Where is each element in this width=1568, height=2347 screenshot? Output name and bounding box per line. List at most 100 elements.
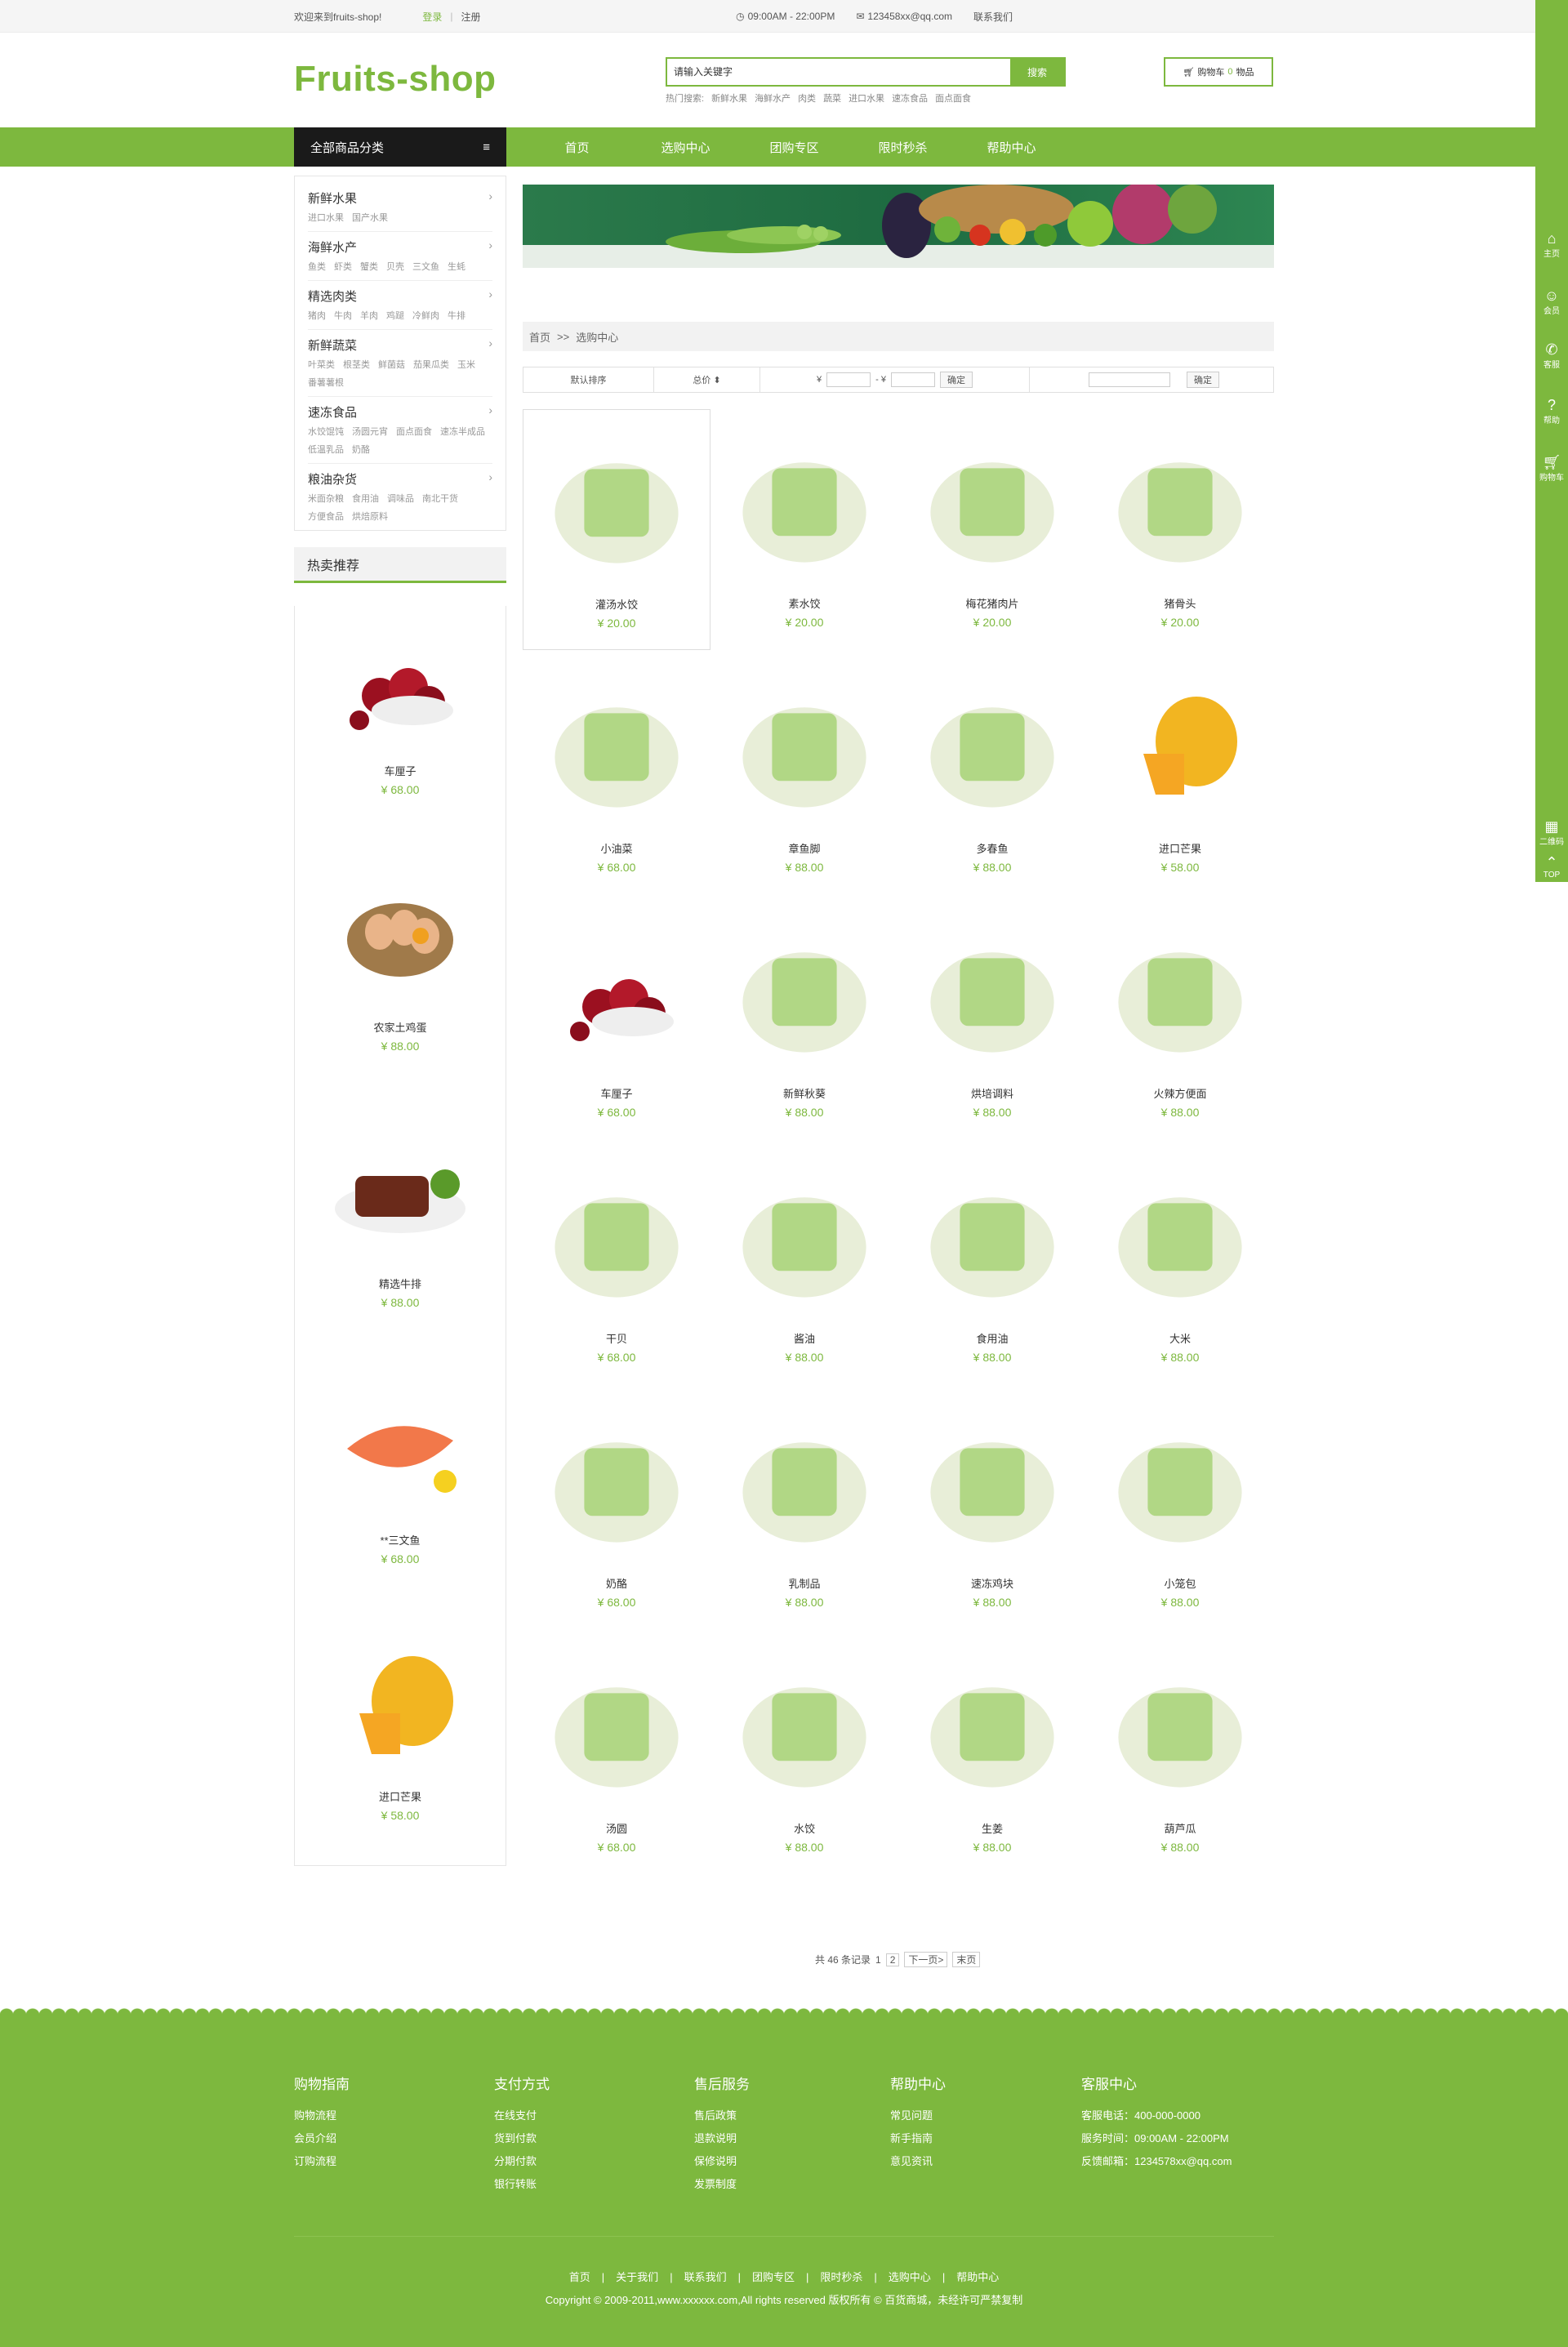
footer-nav-link[interactable]: 联系我们 (684, 2271, 727, 2283)
footer-link[interactable]: 会员介绍 (294, 2127, 350, 2150)
product-image-link[interactable] (1107, 1162, 1254, 1309)
dock-item-chat[interactable]: ✆ 客服 (1535, 341, 1568, 370)
product-image-link[interactable] (731, 1162, 878, 1309)
subcategory-link[interactable]: 玉米 (457, 359, 475, 372)
subcategory-link[interactable]: 鱼类 (308, 261, 326, 274)
product-image-link[interactable] (731, 427, 878, 574)
nav-link[interactable]: 帮助中心 (957, 139, 1066, 156)
footer-link[interactable]: 保修说明 (694, 2150, 750, 2173)
subcategory-link[interactable]: 烘焙原料 (352, 510, 388, 523)
hot-product-name[interactable]: **三文鱼 (295, 1532, 506, 1548)
product-image-link[interactable] (731, 917, 878, 1064)
hot-product[interactable]: 车厘子 ¥ 68.00 (295, 606, 506, 839)
nav-link[interactable]: 团购专区 (740, 139, 849, 156)
product-card[interactable]: 猪骨头 ¥ 20.00 (1086, 409, 1274, 654)
product-card[interactable]: 生姜 ¥ 88.00 (898, 1634, 1086, 1879)
hot-product-image[interactable] (323, 1375, 478, 1522)
product-image-link[interactable] (543, 1652, 690, 1799)
category-group[interactable]: 速冻食品 › 水饺馄饨 汤圆元宵 面点面食 速冻半成品 低温乳品 奶酪 (308, 397, 492, 464)
product-name[interactable]: 食用油 (898, 1330, 1086, 1346)
product-image-link[interactable] (1107, 672, 1254, 819)
product-card[interactable]: 灌汤水饺 ¥ 20.00 (523, 409, 710, 650)
product-card[interactable]: 奶酪 ¥ 68.00 (523, 1389, 710, 1634)
product-image-link[interactable] (543, 672, 690, 819)
product-image-link[interactable] (1107, 1652, 1254, 1799)
product-image-link[interactable] (543, 1162, 690, 1309)
footer-nav-link[interactable]: 首页 (569, 2271, 590, 2283)
product-image-link[interactable] (919, 1162, 1066, 1309)
footer-nav-link[interactable]: 帮助中心 (956, 2271, 999, 2283)
footer-link[interactable]: 银行转账 (494, 2173, 550, 2196)
dock-item-cart[interactable]: 🛒︎ 购物车 (1535, 454, 1568, 483)
filter-keyword-input[interactable] (1089, 372, 1170, 387)
register-link[interactable]: 注册 (461, 10, 481, 24)
subcategory-link[interactable]: 生蚝 (448, 261, 466, 274)
subcategory-link[interactable]: 虾类 (334, 261, 352, 274)
sort-price[interactable]: 总价 ⬍ (654, 367, 760, 392)
product-name[interactable]: 生姜 (898, 1820, 1086, 1836)
hot-search-link[interactable]: 肉类 (798, 91, 816, 105)
product-card[interactable]: 食用油 ¥ 88.00 (898, 1144, 1086, 1389)
subcategory-link[interactable]: 三文鱼 (412, 261, 439, 274)
footer-link[interactable]: 发票制度 (694, 2173, 750, 2196)
footer-link[interactable]: 货到付款 (494, 2127, 550, 2150)
product-card[interactable]: 水饺 ¥ 88.00 (710, 1634, 898, 1879)
product-name[interactable]: 章鱼脚 (710, 840, 898, 856)
product-image-link[interactable] (1107, 917, 1254, 1064)
dock-item-qrcode[interactable]: ▦ 二维码 (1535, 818, 1568, 847)
product-image-link[interactable] (919, 917, 1066, 1064)
hot-product-name[interactable]: 进口芒果 (295, 1788, 506, 1804)
category-group[interactable]: 海鲜水产 › 鱼类 虾类 蟹类 贝壳 三文鱼 生蚝 (308, 232, 492, 281)
subcategory-link[interactable]: 食用油 (352, 492, 379, 505)
hot-search-link[interactable]: 蔬菜 (823, 91, 841, 105)
footer-link[interactable]: 购物流程 (294, 2104, 350, 2127)
product-image-link[interactable] (731, 1407, 878, 1554)
dock-item-arrow-up[interactable]: ⌃ TOP (1535, 854, 1568, 880)
subcategory-link[interactable]: 牛肉 (334, 310, 352, 323)
subcategory-link[interactable]: 进口水果 (308, 212, 344, 225)
product-image-link[interactable] (731, 672, 878, 819)
footer-nav-link[interactable]: 限时秒杀 (820, 2271, 862, 2283)
hot-product[interactable]: 农家土鸡蛋 ¥ 88.00 (295, 862, 506, 1096)
subcategory-link[interactable]: 冷鲜肉 (412, 310, 439, 323)
price-max-input[interactable] (890, 372, 935, 387)
hot-search-link[interactable]: 新鲜水果 (711, 91, 747, 105)
product-name[interactable]: 灌汤水饺 (523, 596, 710, 612)
product-name[interactable]: 新鲜秋葵 (710, 1085, 898, 1101)
subcategory-link[interactable]: 鸡蹆 (386, 310, 404, 323)
footer-link[interactable]: 常见问题 (890, 2104, 946, 2127)
product-image-link[interactable] (543, 917, 690, 1064)
hot-product-image[interactable] (323, 1119, 478, 1266)
category-group[interactable]: 新鲜水果 › 进口水果 国产水果 (308, 183, 492, 232)
hot-product[interactable]: **三文鱼 ¥ 68.00 (295, 1375, 506, 1609)
price-min-input[interactable] (826, 372, 871, 387)
login-link[interactable]: 登录 (422, 10, 442, 24)
product-card[interactable]: 素水饺 ¥ 20.00 (710, 409, 898, 654)
product-image-link[interactable] (1107, 1407, 1254, 1554)
product-image-link[interactable] (919, 427, 1066, 574)
hot-search-link[interactable]: 海鲜水产 (755, 91, 791, 105)
subcategory-link[interactable]: 低温乳品 (308, 443, 344, 456)
subcategory-link[interactable]: 鲜菌菇 (378, 359, 405, 372)
product-name[interactable]: 速冻鸡块 (898, 1575, 1086, 1591)
page-2[interactable]: 2 (885, 1953, 900, 1966)
dock-item-user[interactable]: ☺ 会员 (1535, 287, 1568, 316)
subcategory-link[interactable]: 猪肉 (308, 310, 326, 323)
hot-search-link[interactable]: 面点面食 (935, 91, 971, 105)
product-name[interactable]: 车厘子 (523, 1085, 710, 1101)
footer-link[interactable]: 分期付款 (494, 2150, 550, 2173)
search-input[interactable] (667, 59, 1010, 85)
page-1[interactable]: 1 (875, 1954, 881, 1966)
product-name[interactable]: 汤圆 (523, 1820, 710, 1836)
footer-link[interactable]: 在线支付 (494, 2104, 550, 2127)
footer-link[interactable]: 意见资讯 (890, 2150, 946, 2173)
subcategory-link[interactable]: 国产水果 (352, 212, 388, 225)
product-card[interactable]: 火辣方便面 ¥ 88.00 (1086, 899, 1274, 1144)
sort-default[interactable]: 默认排序 (523, 367, 654, 392)
subcategory-link[interactable]: 牛排 (448, 310, 466, 323)
product-name[interactable]: 水饺 (710, 1820, 898, 1836)
footer-link[interactable]: 售后政策 (694, 2104, 750, 2127)
footer-nav-link[interactable]: 选购中心 (889, 2271, 931, 2283)
category-group[interactable]: 新鲜蔬菜 › 叶菜类 根茎类 鲜菌菇 茄果瓜类 玉米 番薯薯根 (308, 330, 492, 397)
subcategory-link[interactable]: 番薯薯根 (308, 376, 344, 390)
